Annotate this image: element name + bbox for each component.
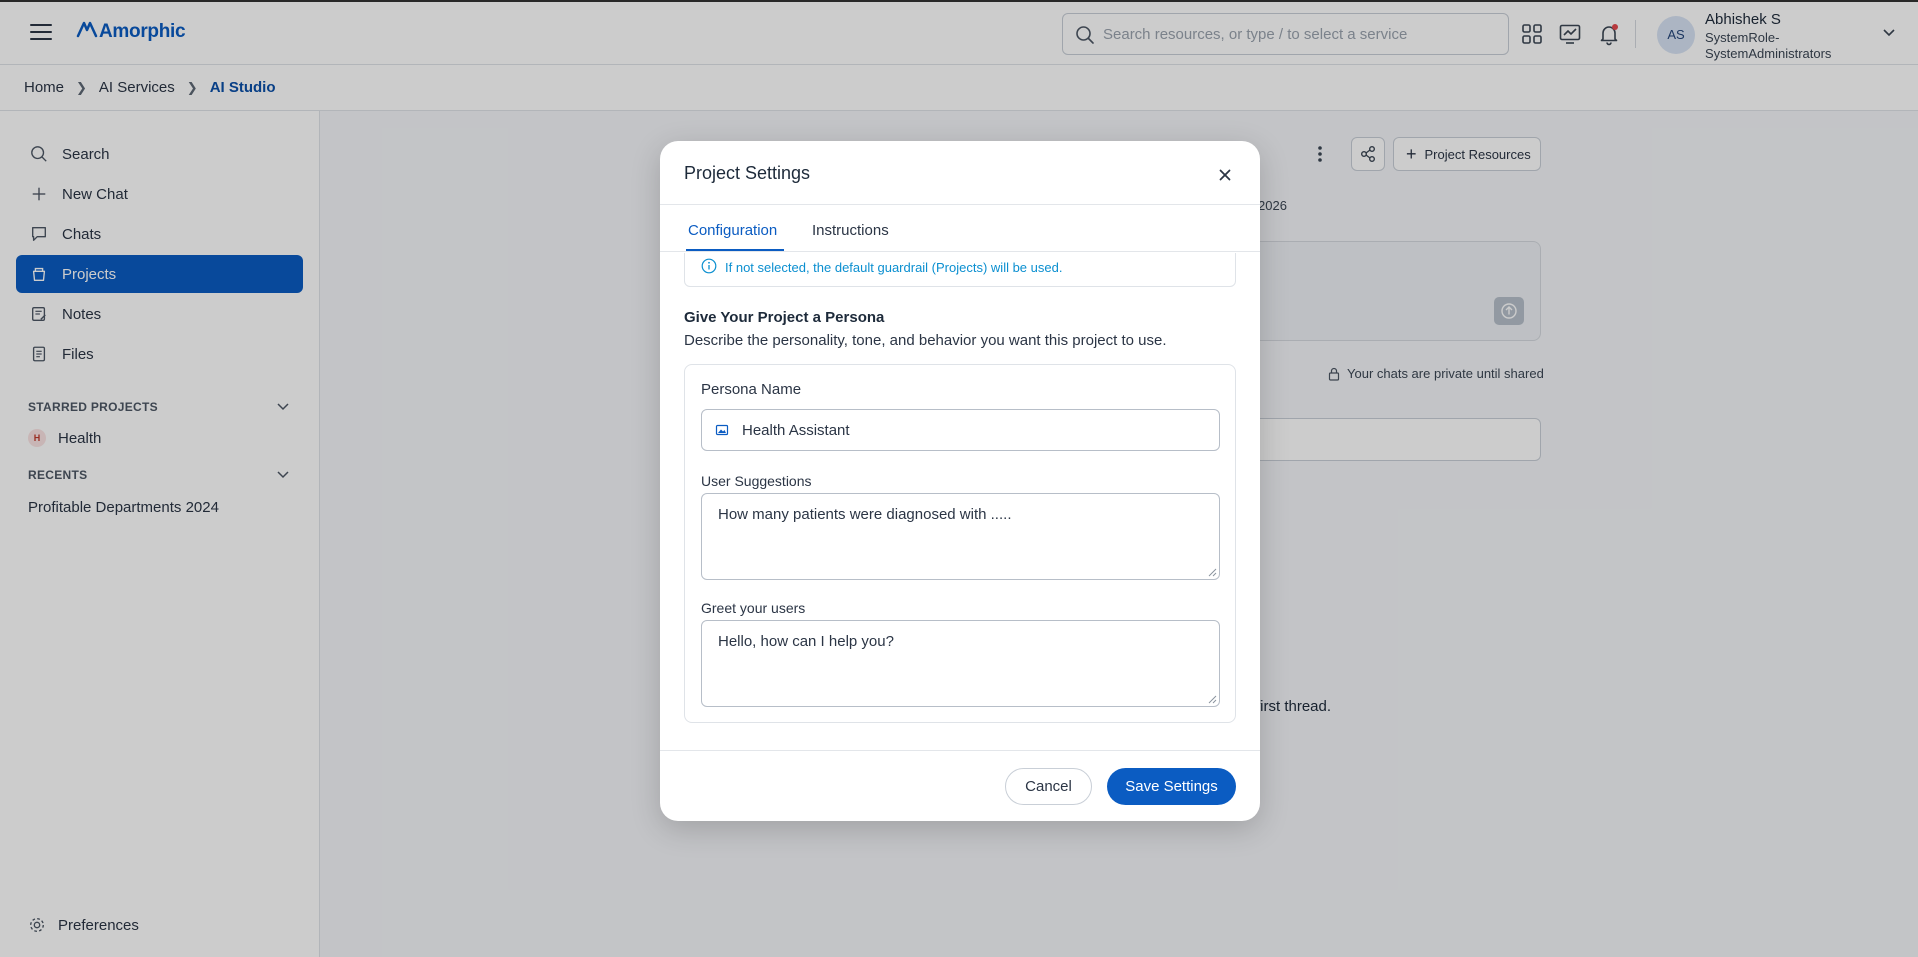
persona-description: Describe the personality, tone, and beha… xyxy=(684,332,1167,349)
header-divider xyxy=(660,204,1260,205)
persona-name-field[interactable] xyxy=(701,409,1220,451)
project-settings-dialog: Project Settings Configuration Instructi… xyxy=(660,141,1260,821)
close-icon[interactable] xyxy=(1213,163,1237,187)
resize-handle-icon[interactable] xyxy=(1208,568,1217,577)
dialog-title: Project Settings xyxy=(684,163,811,183)
tab-configuration[interactable]: Configuration xyxy=(688,222,777,239)
persona-card: Persona Name User Suggestions How many p… xyxy=(684,364,1236,723)
user-suggestions-textarea[interactable]: How many patients were diagnosed with ..… xyxy=(702,494,1219,579)
tabs-divider xyxy=(660,251,1260,252)
persona-name-input[interactable] xyxy=(742,410,1212,450)
tab-instructions[interactable]: Instructions xyxy=(812,222,889,239)
persona-name-label: Persona Name xyxy=(701,381,802,398)
greet-users-textarea[interactable]: Hello, how can I help you? xyxy=(702,621,1219,706)
greet-users-field[interactable]: Hello, how can I help you? xyxy=(701,620,1220,707)
guardrail-note: If not selected, the default guardrail (… xyxy=(725,260,1063,275)
image-icon[interactable] xyxy=(715,423,729,437)
resize-handle-icon[interactable] xyxy=(1208,695,1217,704)
persona-heading: Give Your Project a Persona xyxy=(684,309,885,326)
dialog-body[interactable]: If not selected, the default guardrail (… xyxy=(660,253,1260,750)
user-suggestions-label: User Suggestions xyxy=(701,473,812,489)
greet-users-label: Greet your users xyxy=(701,600,806,616)
save-settings-button[interactable]: Save Settings xyxy=(1107,768,1236,805)
footer-divider xyxy=(660,750,1260,751)
info-icon xyxy=(701,258,717,274)
guardrail-card: If not selected, the default guardrail (… xyxy=(684,253,1236,287)
cancel-button[interactable]: Cancel xyxy=(1005,768,1092,805)
user-suggestions-field[interactable]: How many patients were diagnosed with ..… xyxy=(701,493,1220,580)
